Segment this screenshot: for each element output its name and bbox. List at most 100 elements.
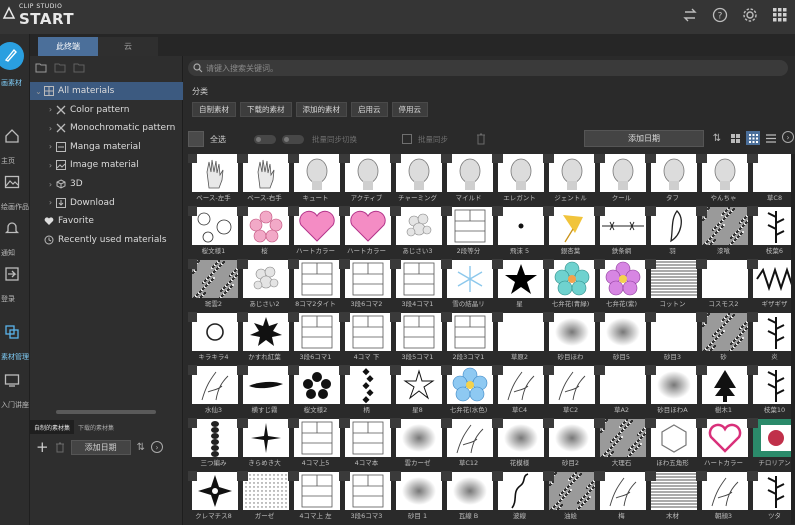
next-icon[interactable]: ›: [150, 441, 163, 453]
material-thumbnail[interactable]: [498, 260, 544, 298]
material-thumbnail[interactable]: [549, 419, 595, 457]
item-checkbox[interactable]: [543, 312, 554, 322]
material-item[interactable]: 草A2: [594, 365, 647, 419]
material-thumbnail[interactable]: [447, 313, 493, 351]
material-item[interactable]: 波線: [492, 471, 545, 525]
item-checkbox[interactable]: [543, 365, 554, 375]
tree-item-image-material[interactable]: › Image material: [30, 156, 183, 174]
material-item[interactable]: 桜文様1: [188, 206, 239, 260]
material-item[interactable]: ほわ五角形: [645, 418, 698, 472]
material-item[interactable]: 草C8: [747, 154, 792, 207]
item-checkbox[interactable]: [594, 259, 605, 269]
material-thumbnail[interactable]: [396, 472, 442, 510]
material-item[interactable]: 梅: [594, 471, 647, 525]
material-thumbnail[interactable]: [651, 313, 697, 351]
material-thumbnail[interactable]: [243, 472, 289, 510]
sync-icon[interactable]: [675, 0, 705, 30]
material-thumbnail[interactable]: [345, 366, 391, 404]
item-checkbox[interactable]: [339, 154, 350, 163]
material-thumbnail[interactable]: [753, 313, 792, 351]
material-thumbnail[interactable]: [549, 260, 595, 298]
material-item[interactable]: 木材: [645, 471, 698, 525]
item-checkbox[interactable]: [390, 259, 401, 269]
item-checkbox[interactable]: [339, 365, 350, 375]
material-thumbnail[interactable]: [345, 419, 391, 457]
material-item[interactable]: 4コマ 下: [339, 312, 392, 366]
material-item[interactable]: 4コマ上5: [288, 418, 341, 472]
material-item[interactable]: ジェントル: [543, 154, 596, 207]
item-checkbox[interactable]: [441, 154, 452, 163]
batch-sync-label[interactable]: 批量同步: [418, 134, 448, 145]
material-item[interactable]: 桜: [237, 206, 290, 260]
expand-arrow-icon[interactable]: ›: [46, 180, 55, 189]
material-item[interactable]: 3段6コマ3: [339, 471, 392, 525]
category-tag[interactable]: 停用云: [391, 102, 428, 117]
tree-item-recently-used-materials[interactable]: Recently used materials: [30, 231, 183, 249]
material-item[interactable]: アクティブ: [339, 154, 392, 207]
material-thumbnail[interactable]: [549, 207, 595, 245]
category-tag[interactable]: 自制素材: [192, 102, 236, 117]
material-thumbnail[interactable]: [345, 313, 391, 351]
material-thumbnail[interactable]: [396, 207, 442, 245]
item-checkbox[interactable]: [390, 206, 401, 216]
material-thumbnail[interactable]: [702, 313, 748, 351]
material-item[interactable]: 草C4: [492, 365, 545, 419]
material-item[interactable]: 砂目ほわA: [645, 365, 698, 419]
item-checkbox[interactable]: [492, 206, 503, 216]
material-thumbnail[interactable]: [447, 154, 493, 192]
search-input[interactable]: [206, 61, 766, 75]
material-item[interactable]: 砂目5: [594, 312, 647, 366]
category-tag[interactable]: 下载的素材: [240, 102, 292, 117]
item-checkbox[interactable]: [492, 154, 503, 163]
expand-arrow-icon[interactable]: ›: [46, 124, 55, 133]
item-checkbox[interactable]: [492, 418, 503, 428]
sort-dropdown[interactable]: 添加日期: [584, 130, 704, 147]
material-item[interactable]: 砂目2: [543, 418, 596, 472]
material-thumbnail[interactable]: [651, 154, 697, 192]
material-thumbnail[interactable]: [294, 313, 340, 351]
sync-icon-small[interactable]: [402, 134, 412, 144]
item-checkbox[interactable]: [188, 259, 197, 269]
item-checkbox[interactable]: [339, 312, 350, 322]
material-thumbnail[interactable]: [600, 260, 646, 298]
material-item[interactable]: 2段3コマ1: [441, 312, 494, 366]
material-thumbnail[interactable]: [447, 472, 493, 510]
item-checkbox[interactable]: [594, 206, 605, 216]
tree-item-all-materials[interactable]: ⌄ All materials: [30, 82, 183, 100]
item-checkbox[interactable]: [543, 471, 554, 481]
material-item[interactable]: 羽: [645, 206, 698, 260]
item-checkbox[interactable]: [390, 471, 401, 481]
item-checkbox[interactable]: [696, 312, 707, 322]
material-thumbnail[interactable]: [447, 207, 493, 245]
material-thumbnail[interactable]: [702, 419, 748, 457]
material-thumbnail[interactable]: [651, 366, 697, 404]
item-checkbox[interactable]: [543, 418, 554, 428]
nav-item-notifications[interactable]: 通知: [0, 212, 30, 258]
material-item[interactable]: あじさい3: [390, 206, 443, 260]
apps-grid-icon[interactable]: [765, 0, 795, 30]
material-item[interactable]: 油絵: [543, 471, 596, 525]
large-grid-icon[interactable]: [728, 131, 742, 145]
tree-horizontal-scrollbar[interactable]: [30, 408, 180, 416]
tab-downloaded-material-sets[interactable]: 下载的素材集: [74, 420, 118, 434]
item-checkbox[interactable]: [188, 471, 197, 481]
material-thumbnail[interactable]: [702, 207, 748, 245]
add-icon[interactable]: +: [36, 438, 49, 456]
item-checkbox[interactable]: [747, 365, 758, 375]
item-checkbox[interactable]: [441, 206, 452, 216]
material-thumbnail[interactable]: [702, 154, 748, 192]
item-checkbox[interactable]: [747, 471, 758, 481]
material-item[interactable]: ベース-左手: [188, 154, 239, 207]
item-checkbox[interactable]: [747, 154, 758, 163]
expand-arrow-icon[interactable]: ›: [46, 161, 55, 170]
material-item[interactable]: 大理石: [594, 418, 647, 472]
small-grid-icon[interactable]: [746, 131, 760, 145]
tree-item-3d[interactable]: › 3D: [30, 175, 183, 193]
item-checkbox[interactable]: [645, 418, 656, 428]
new-folder-icon[interactable]: [35, 62, 47, 73]
category-tag[interactable]: 添加的素材: [295, 102, 347, 117]
material-thumbnail[interactable]: [600, 366, 646, 404]
material-item[interactable]: 炎: [747, 312, 792, 366]
material-item[interactable]: コスモス2: [696, 259, 749, 313]
material-thumbnail[interactable]: [243, 260, 289, 298]
